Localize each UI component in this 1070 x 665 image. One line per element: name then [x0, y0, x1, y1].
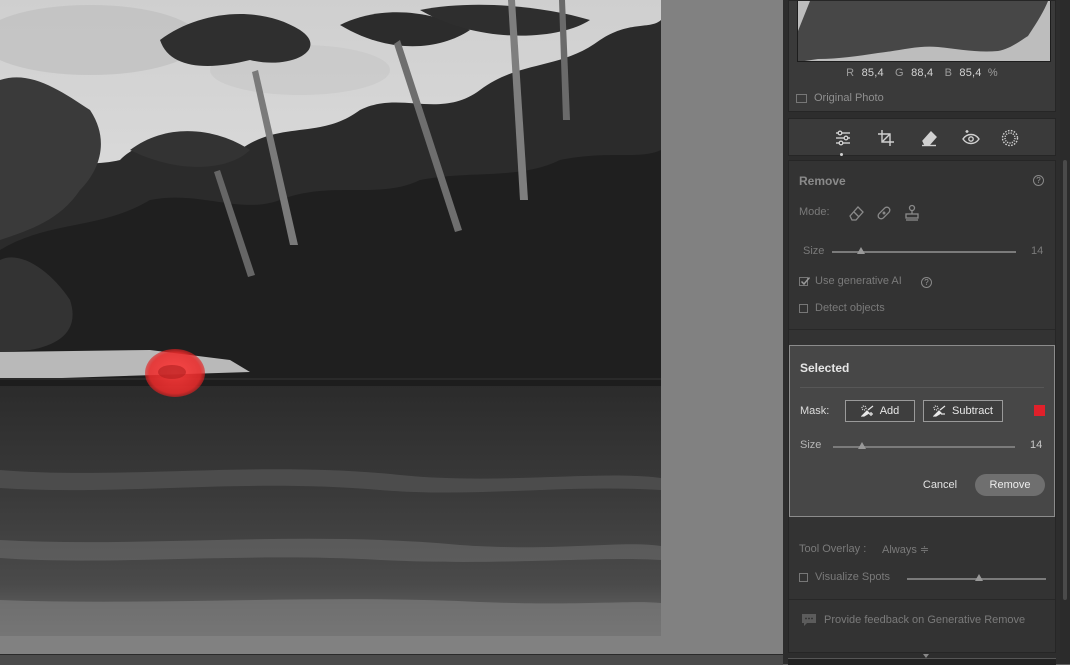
visualize-spots-label: Visualize Spots: [815, 571, 891, 583]
detect-objects-checkbox[interactable]: [799, 303, 808, 313]
detect-objects-toggle[interactable]: Detect objects: [799, 302, 885, 314]
remove-button[interactable]: Remove: [975, 474, 1045, 496]
divider: [789, 599, 1055, 600]
tool-overlay-label: Tool Overlay :: [799, 543, 867, 555]
r-value: 85,4: [861, 67, 884, 79]
detect-objects-label: Detect objects: [815, 302, 885, 314]
selected-size-value: 14: [1030, 439, 1043, 451]
image-canvas[interactable]: [0, 0, 783, 654]
mask-subtract-button[interactable]: Subtract: [923, 400, 1003, 422]
panel-scrollbar-thumb[interactable]: [1063, 160, 1067, 600]
feedback-label: Provide feedback on Generative Remove: [824, 614, 1026, 626]
use-generative-ai-checkbox[interactable]: [799, 276, 811, 286]
visualize-spots-checkbox[interactable]: [799, 572, 808, 582]
feedback-link[interactable]: Provide feedback on Generative Remove: [801, 613, 1025, 627]
panel-scrollbar[interactable]: [1060, 0, 1070, 664]
use-generative-ai-toggle[interactable]: Use generative AI: [799, 275, 902, 287]
brush-add-icon: [860, 405, 874, 417]
mode-clone-stamp-icon[interactable]: [903, 204, 921, 222]
active-tool-indicator: [840, 153, 843, 156]
histogram: [797, 1, 1051, 62]
red-eye-icon[interactable]: [960, 127, 982, 149]
b-value: 85,4: [959, 67, 982, 79]
cancel-button[interactable]: Cancel: [915, 474, 965, 496]
edit-sliders-icon[interactable]: [832, 127, 854, 149]
g-label: G: [895, 67, 904, 79]
divider: [800, 387, 1044, 388]
mask-color-swatch[interactable]: [1034, 405, 1045, 416]
mask-label: Mask:: [800, 405, 830, 417]
mask-add-label: Add: [879, 405, 900, 417]
percent-unit: %: [987, 67, 998, 79]
use-generative-ai-label: Use generative AI: [815, 275, 902, 287]
crop-icon[interactable]: [875, 127, 897, 149]
remove-size-value: 14: [1031, 245, 1044, 257]
mask-add-button[interactable]: Add: [845, 400, 915, 422]
photo-image: [0, 0, 661, 636]
remove-eraser-icon[interactable]: [918, 127, 940, 149]
remove-size-slider-handle[interactable]: [857, 247, 866, 254]
tool-overlay-dropdown[interactable]: Always ≑: [882, 543, 929, 556]
remove-size-label: Size: [803, 245, 825, 257]
mode-label: Mode:: [799, 206, 830, 218]
b-label: B: [944, 67, 953, 79]
histogram-panel: R 85,4 G 88,4 B 85,4 % Original Photo: [788, 0, 1056, 112]
rgb-readout: R 85,4 G 88,4 B 85,4 %: [789, 67, 1055, 79]
original-photo-checkbox[interactable]: [796, 93, 807, 103]
photo-preview[interactable]: [0, 0, 661, 636]
mask-subtract-label: Subtract: [952, 405, 993, 417]
generative-ai-help-icon[interactable]: ?: [921, 277, 932, 288]
r-label: R: [846, 67, 855, 79]
g-value: 88,4: [911, 67, 934, 79]
remove-panel-title: Remove: [799, 174, 846, 188]
mode-eraser-icon[interactable]: [847, 204, 865, 222]
original-photo-toggle[interactable]: Original Photo: [796, 92, 884, 104]
masking-icon[interactable]: [999, 127, 1021, 149]
filmstrip-edge: [0, 654, 783, 665]
visualize-spots-slider-handle[interactable]: [975, 574, 984, 581]
selected-title: Selected: [800, 361, 850, 375]
selected-size-label: Size: [800, 439, 822, 451]
visualize-spots-toggle[interactable]: Visualize Spots: [799, 571, 890, 583]
selected-mask-panel: Selected Mask: Add Subtract Size 14 Canc…: [789, 345, 1055, 517]
original-photo-label: Original Photo: [814, 92, 884, 104]
remove-help-icon[interactable]: ?: [1033, 175, 1044, 186]
right-panel: R 85,4 G 88,4 B 85,4 % Original Photo Re…: [783, 0, 1070, 665]
selected-size-slider-handle[interactable]: [858, 442, 867, 449]
tool-strip: [788, 118, 1056, 156]
mode-heal-bandage-icon[interactable]: [875, 204, 893, 222]
brush-subtract-icon: [933, 405, 946, 417]
feedback-speech-bubble-icon: [802, 614, 816, 626]
divider: [789, 329, 1055, 330]
